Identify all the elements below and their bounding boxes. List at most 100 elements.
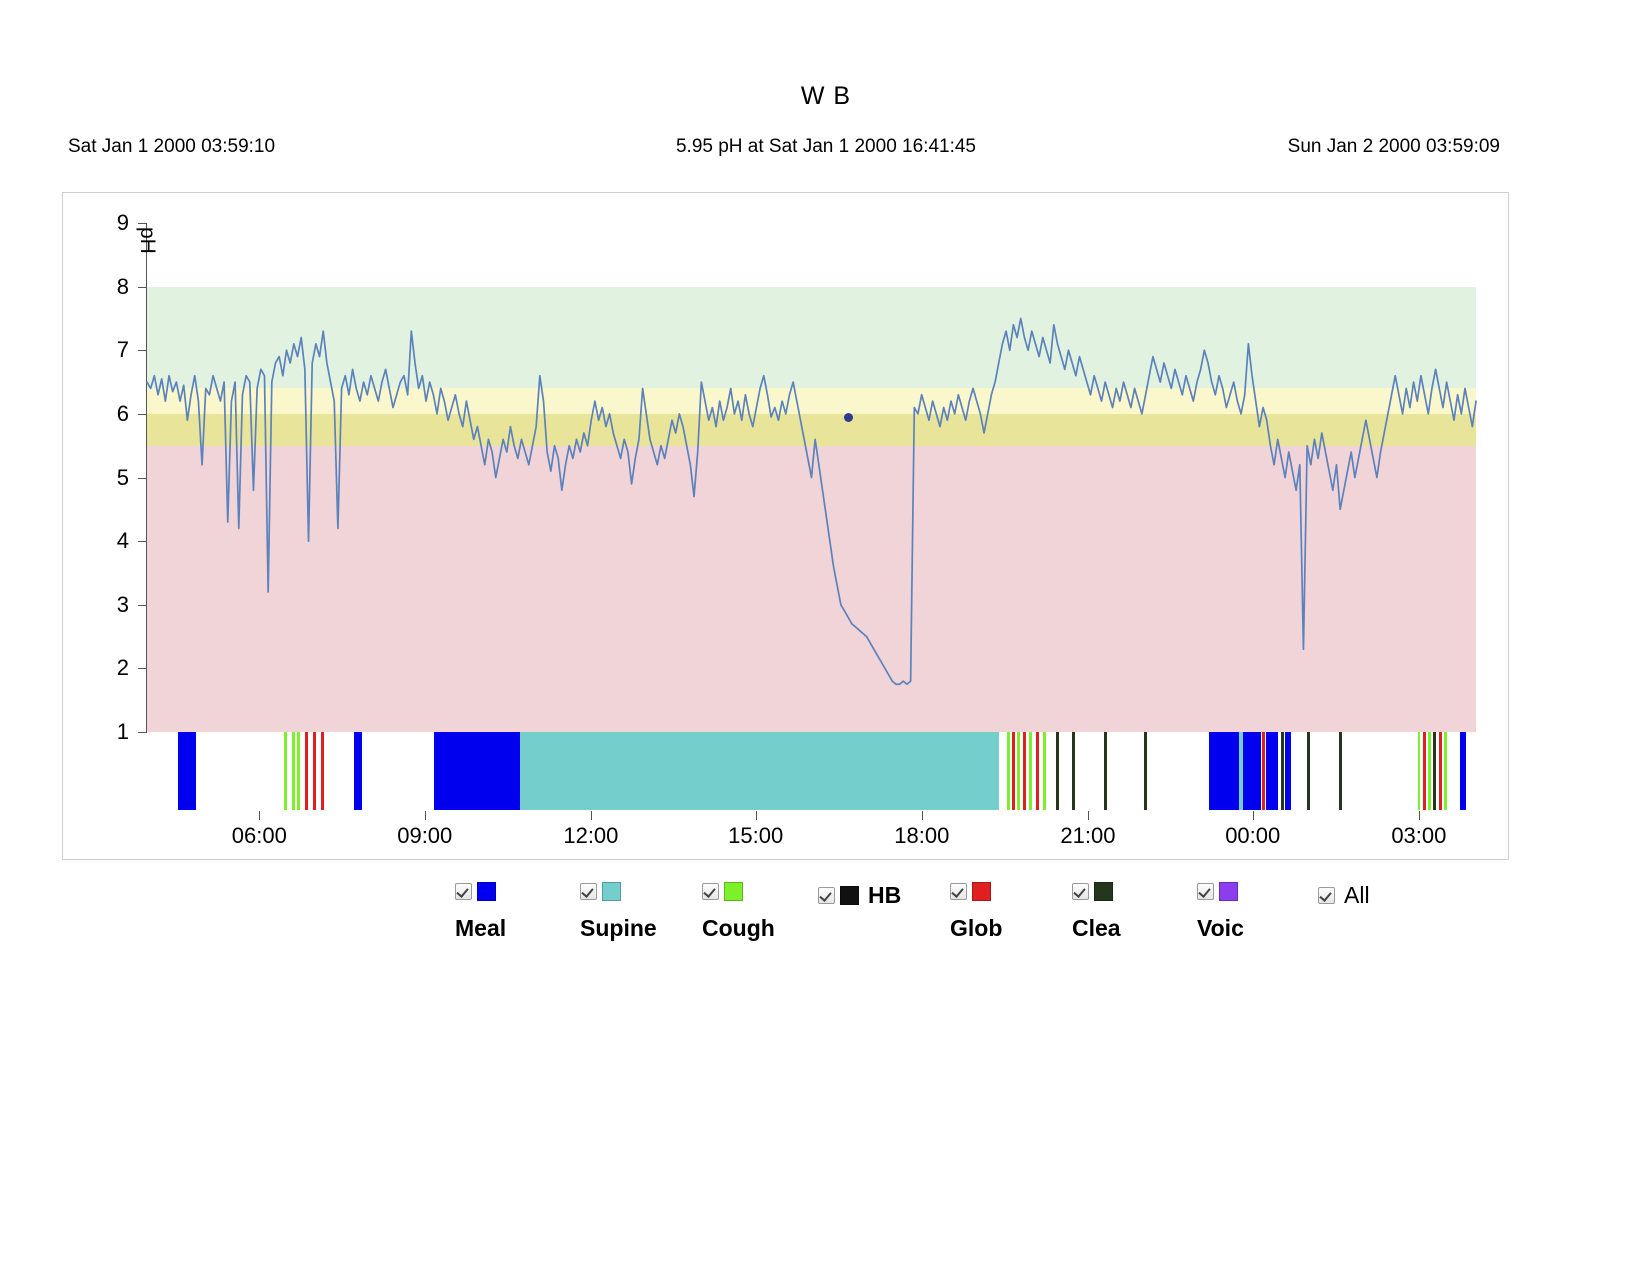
- legend-item-controls[interactable]: [580, 882, 657, 901]
- y-tick: [138, 477, 146, 479]
- x-tick: [259, 811, 261, 820]
- event-mark-meal[interactable]: [354, 732, 362, 810]
- checkbox-supine[interactable]: [580, 883, 597, 900]
- legend-label-all: All: [1344, 882, 1370, 908]
- x-tick: [921, 811, 923, 820]
- event-mark-clea[interactable]: [1143, 732, 1147, 810]
- x-tick: [1087, 811, 1089, 820]
- cursor-point-marker[interactable]: [844, 412, 854, 422]
- event-mark-clea[interactable]: [1056, 732, 1059, 810]
- checkbox-meal[interactable]: [455, 883, 472, 900]
- x-tick-label: 21:00: [1060, 823, 1116, 848]
- y-tick-label: 6: [116, 400, 129, 426]
- event-mark-meal[interactable]: [434, 732, 521, 810]
- legend-item-supine[interactable]: Supine: [580, 882, 657, 942]
- event-mark-cough[interactable]: [1417, 732, 1421, 810]
- checkbox-cough[interactable]: [702, 883, 719, 900]
- x-tick-label: 00:00: [1225, 823, 1281, 848]
- checkbox-hb[interactable]: [818, 887, 835, 904]
- event-type-legend[interactable]: Meal Supine Cough HB Glob Clea Voic All: [0, 882, 1652, 962]
- checkbox-clea[interactable]: [1072, 883, 1089, 900]
- y-tick: [138, 604, 146, 606]
- page-title: W B: [800, 82, 852, 110]
- event-mark-glob[interactable]: [321, 732, 325, 810]
- checkbox-voic[interactable]: [1197, 883, 1214, 900]
- event-mark-clea[interactable]: [1339, 732, 1343, 810]
- event-mark-meal[interactable]: [1243, 732, 1261, 810]
- y-tick: [138, 732, 146, 733]
- event-mark-cough[interactable]: [291, 732, 295, 810]
- y-tick-label: 5: [116, 464, 129, 490]
- event-mark-glob[interactable]: [1262, 732, 1266, 810]
- legend-item-voic[interactable]: Voic: [1197, 882, 1244, 942]
- event-mark-meal[interactable]: [1266, 732, 1278, 810]
- legend-item-controls[interactable]: [950, 882, 1002, 901]
- y-tick: [138, 541, 146, 543]
- event-mark-glob[interactable]: [1022, 732, 1026, 810]
- y-tick: [138, 286, 146, 288]
- plot-area[interactable]: [146, 223, 1477, 732]
- x-tick: [424, 811, 426, 820]
- y-tick: [138, 223, 146, 224]
- y-tick-label: 4: [116, 528, 129, 554]
- legend-label-voic: Voic: [1197, 915, 1244, 941]
- x-tick: [1418, 811, 1420, 820]
- event-mark-supine[interactable]: [520, 732, 999, 810]
- legend-label-meal: Meal: [455, 915, 507, 941]
- event-mark-clea[interactable]: [1103, 732, 1107, 810]
- event-mark-cough[interactable]: [1444, 732, 1448, 810]
- color-swatch-voic: [1219, 882, 1238, 901]
- event-mark-cough[interactable]: [1029, 732, 1033, 810]
- legend-item-controls[interactable]: [1072, 882, 1121, 901]
- y-tick-label: 3: [116, 591, 129, 617]
- x-tick-label: 06:00: [231, 823, 287, 848]
- y-tick: [138, 668, 146, 670]
- checkbox-glob[interactable]: [950, 883, 967, 900]
- legend-item-clea[interactable]: Clea: [1072, 882, 1121, 942]
- legend-item-meal[interactable]: Meal: [455, 882, 506, 942]
- event-marker-band[interactable]: [147, 732, 1476, 810]
- legend-item-controls[interactable]: HB: [818, 882, 901, 909]
- x-tick-label: 18:00: [894, 823, 950, 848]
- event-mark-meal[interactable]: [177, 732, 197, 810]
- y-tick-label: 8: [116, 273, 129, 299]
- event-mark-meal[interactable]: [1208, 732, 1240, 810]
- event-mark-glob[interactable]: [1036, 732, 1040, 810]
- legend-item-controls[interactable]: [1197, 882, 1244, 901]
- legend-item-controls[interactable]: [455, 882, 506, 901]
- legend-item-controls[interactable]: [702, 882, 775, 901]
- legend-item-controls[interactable]: All: [1318, 882, 1370, 909]
- legend-item-glob[interactable]: Glob: [950, 882, 1002, 942]
- y-tick-label: 9: [116, 210, 129, 235]
- event-mark-meal[interactable]: [1284, 732, 1292, 810]
- legend-item-hb[interactable]: HB: [818, 882, 901, 909]
- legend-item-cough[interactable]: Cough: [702, 882, 775, 942]
- event-mark-cough[interactable]: [1006, 732, 1010, 810]
- event-mark-meal[interactable]: [1460, 732, 1467, 810]
- x-tick-label: 09:00: [397, 823, 453, 848]
- legend-item-all[interactable]: All: [1318, 882, 1370, 909]
- event-mark-glob[interactable]: [1422, 732, 1426, 810]
- legend-label-clea: Clea: [1072, 915, 1121, 941]
- y-tick: [138, 413, 146, 415]
- event-mark-clea[interactable]: [1280, 732, 1284, 810]
- event-mark-glob[interactable]: [313, 732, 317, 810]
- x-tick: [755, 811, 757, 820]
- ph-chart-panel[interactable]: pH 987654321 06:00 09:00 12:00 15:00 18:00 21…: [62, 192, 1509, 860]
- color-swatch-glob: [972, 882, 991, 901]
- event-mark-cough[interactable]: [1017, 732, 1021, 810]
- event-mark-cough[interactable]: [297, 732, 301, 810]
- event-mark-clea[interactable]: [1071, 732, 1075, 810]
- event-mark-glob[interactable]: [305, 732, 309, 810]
- legend-label-supine: Supine: [580, 915, 657, 941]
- event-mark-cough[interactable]: [1042, 732, 1046, 810]
- event-mark-glob[interactable]: [1438, 732, 1442, 810]
- event-mark-clea[interactable]: [1433, 732, 1437, 810]
- event-mark-cough[interactable]: [283, 732, 287, 810]
- color-swatch-supine: [602, 882, 621, 901]
- event-mark-glob[interactable]: [1012, 732, 1016, 810]
- checkbox-all[interactable]: [1318, 887, 1335, 904]
- event-mark-clea[interactable]: [1307, 732, 1311, 810]
- event-mark-cough[interactable]: [1428, 732, 1432, 810]
- y-tick: [138, 350, 146, 352]
